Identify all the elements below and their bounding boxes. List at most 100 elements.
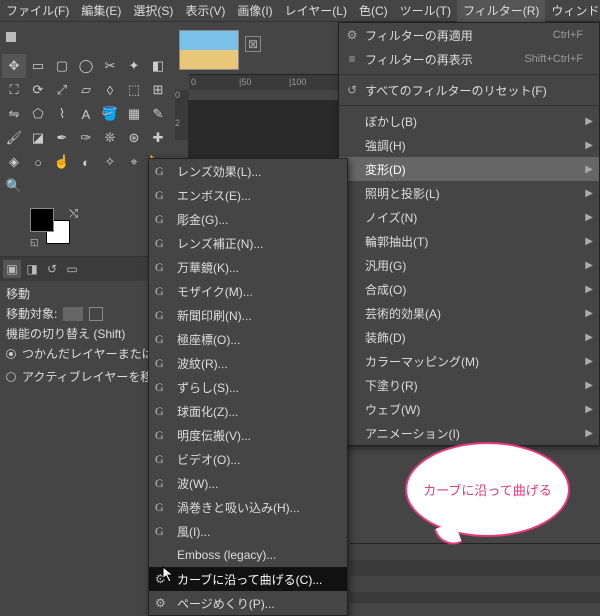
tool-cage[interactable]: ⬠: [26, 102, 50, 126]
opt-tab-image[interactable]: ▭: [63, 260, 81, 278]
distort-wind[interactable]: G風(I)...: [149, 519, 347, 543]
tool-color-picker[interactable]: ⌖: [122, 150, 146, 174]
tool-move[interactable]: ✥: [2, 54, 26, 78]
radio-pick-layer[interactable]: [6, 349, 16, 359]
fg-color[interactable]: [30, 208, 54, 232]
menu-layer[interactable]: レイヤー(L): [279, 0, 353, 22]
gegl-icon: G: [155, 404, 164, 419]
tool-transform[interactable]: ⬚: [122, 78, 146, 102]
filter-group-decor[interactable]: 装飾(D)▶: [339, 325, 599, 349]
filter-group-enhance[interactable]: 強調(H)▶: [339, 133, 599, 157]
tool-heal[interactable]: ✚: [146, 126, 170, 150]
swap-colors-icon[interactable]: ⤭: [69, 208, 78, 221]
tool-rotate[interactable]: ⟳: [26, 78, 50, 102]
filter-group-web[interactable]: ウェブ(W)▶: [339, 397, 599, 421]
menu-filters[interactable]: フィルター(R): [457, 0, 545, 22]
filter-group-render[interactable]: 下塗り(R)▶: [339, 373, 599, 397]
menu-tools[interactable]: ツール(T): [394, 0, 457, 22]
tool-mypaint[interactable]: ❊: [98, 126, 122, 150]
distort-ripple[interactable]: G波紋(R)...: [149, 351, 347, 375]
tool-by-color[interactable]: ◧: [146, 54, 170, 78]
menu-colors[interactable]: 色(C): [353, 0, 394, 22]
distort-mosaic[interactable]: Gモザイク(M)...: [149, 279, 347, 303]
distort-newsprint[interactable]: G新聞印刷(N)...: [149, 303, 347, 327]
tool-airbrush[interactable]: ✒: [50, 126, 74, 150]
distort-waves[interactable]: G波(W)...: [149, 471, 347, 495]
filter-group-map[interactable]: カラーマッピング(M)▶: [339, 349, 599, 373]
tool-clone[interactable]: ⊛: [122, 126, 146, 150]
tool-ink[interactable]: ✑: [74, 126, 98, 150]
tool-scale[interactable]: ⤢: [50, 78, 74, 102]
tool-blur[interactable]: ○: [26, 150, 50, 174]
tool-paintbrush[interactable]: 🖌: [2, 126, 26, 150]
filter-group-generic[interactable]: 汎用(G)▶: [339, 253, 599, 277]
menu-file[interactable]: ファイル(F): [0, 0, 75, 22]
close-thumbnail-icon[interactable]: ⊠: [245, 36, 261, 52]
distort-lens-cor[interactable]: Gレンズ補正(N)...: [149, 231, 347, 255]
filter-group-distort[interactable]: 変形(D)▶: [339, 157, 599, 181]
tool-bucket[interactable]: 🪣: [98, 102, 122, 126]
tool-shear[interactable]: ▱: [74, 78, 98, 102]
filter-group-animation[interactable]: アニメーション(I)▶: [339, 421, 599, 445]
distort-polar[interactable]: G極座標(O)...: [149, 327, 347, 351]
tool-ellipse-select[interactable]: ◯: [74, 54, 98, 78]
distort-engrave[interactable]: G彫金(G)...: [149, 207, 347, 231]
distort-curve-bend[interactable]: ⚙カーブに沿って曲げる(C)...: [149, 567, 347, 591]
tool-fuzzy-select[interactable]: ✦: [122, 54, 146, 78]
distort-vprop[interactable]: G明度伝搬(V)...: [149, 423, 347, 447]
menu-image[interactable]: 画像(I): [231, 0, 278, 22]
tool-pencil[interactable]: ✎: [146, 102, 170, 126]
filter-repeat[interactable]: ⚙ フィルターの再適用 Ctrl+F: [339, 23, 599, 47]
tool-free-select[interactable]: ✂: [98, 54, 122, 78]
tool-dodge[interactable]: ◐: [74, 150, 98, 174]
reset-colors-icon[interactable]: ◱: [30, 237, 39, 248]
menu-select[interactable]: 選択(S): [127, 0, 179, 22]
filter-reshow[interactable]: ≡ フィルターの再表示 Shift+Ctrl+F: [339, 47, 599, 71]
distort-emboss-legacy[interactable]: Emboss (legacy)...: [149, 543, 347, 567]
distort-whirl[interactable]: G渦巻きと吸い込み(H)...: [149, 495, 347, 519]
gegl-icon: G: [155, 452, 164, 467]
menu-windows[interactable]: ウィンドウ(W): [545, 0, 600, 22]
menu-label: 風(I)...: [177, 523, 210, 540]
menu-view[interactable]: 表示(V): [179, 0, 231, 22]
tool-text[interactable]: A: [74, 102, 98, 126]
distort-pagecurl[interactable]: ⚙ページめくり(P)...: [149, 591, 347, 615]
tool-eraser[interactable]: ◪: [26, 126, 50, 150]
distort-kaleido[interactable]: G万華鏡(K)...: [149, 255, 347, 279]
tool-gradient[interactable]: ▦: [122, 102, 146, 126]
distort-spherize[interactable]: G球面化(Z)...: [149, 399, 347, 423]
opt-tab-options[interactable]: ▣: [3, 260, 21, 278]
tool-flip[interactable]: ⇋: [2, 102, 26, 126]
opt-tab-device[interactable]: ◨: [23, 260, 41, 278]
distort-lens[interactable]: Gレンズ効果(L)...: [149, 159, 347, 183]
tool-rect-select[interactable]: ▢: [50, 54, 74, 78]
opt-tab-history[interactable]: ↺: [43, 260, 61, 278]
color-swatches[interactable]: ⤭ ◱: [30, 208, 90, 248]
image-thumbnail[interactable]: [179, 30, 239, 70]
tool-path[interactable]: ✧: [98, 150, 122, 174]
toolbox-header: [0, 22, 175, 52]
move-target-layer-icon[interactable]: [63, 307, 83, 321]
filter-group-edge[interactable]: 輪郭抽出(T)▶: [339, 229, 599, 253]
filter-group-light[interactable]: 照明と投影(L)▶: [339, 181, 599, 205]
tool-crop[interactable]: ⛶: [2, 78, 26, 102]
distort-video[interactable]: Gビデオ(O)...: [149, 447, 347, 471]
distort-shift[interactable]: Gずらし(S)...: [149, 375, 347, 399]
filter-reset-all[interactable]: ↺ すべてのフィルターのリセット(F): [339, 78, 599, 102]
tool-warp[interactable]: ⌇: [50, 102, 74, 126]
filter-group-noise[interactable]: ノイズ(N)▶: [339, 205, 599, 229]
filter-group-combine[interactable]: 合成(O)▶: [339, 277, 599, 301]
tool-persp-clone[interactable]: ◈: [2, 150, 26, 174]
tool-handle[interactable]: ⊞: [146, 78, 170, 102]
move-target-reset-icon[interactable]: [89, 307, 103, 321]
distort-emboss[interactable]: Gエンボス(E)...: [149, 183, 347, 207]
tool-align[interactable]: ▭: [26, 54, 50, 78]
tool-zoom[interactable]: 🔍: [2, 174, 26, 198]
tool-perspective[interactable]: ◊: [98, 78, 122, 102]
filter-group-artistic[interactable]: 芸術的効果(A)▶: [339, 301, 599, 325]
filter-group-blur[interactable]: ぼかし(B)▶: [339, 109, 599, 133]
radio-active-layer[interactable]: [6, 372, 16, 382]
menu-label: 彫金(G)...: [177, 211, 228, 228]
tool-smudge[interactable]: ☝: [50, 150, 74, 174]
menu-edit[interactable]: 編集(E): [75, 0, 127, 22]
